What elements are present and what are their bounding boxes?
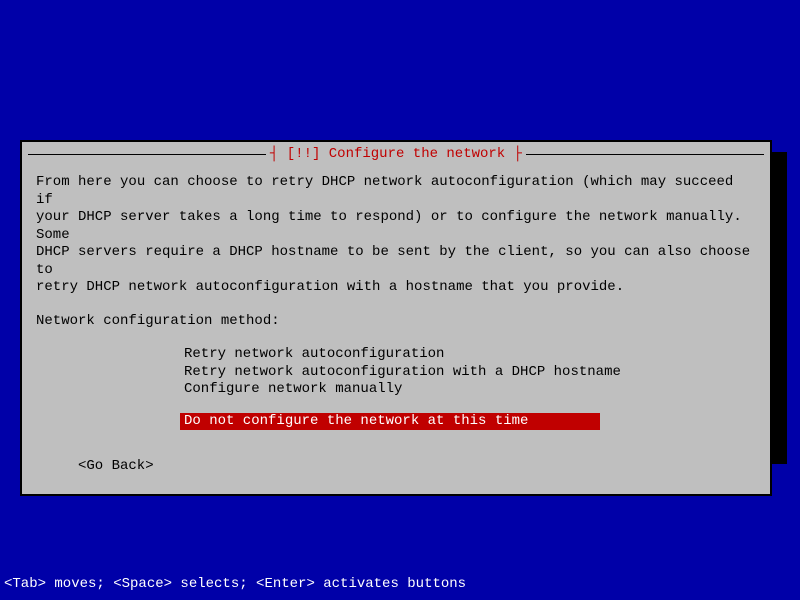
- configure-network-dialog: ┤ [!!] Configure the network ├ From here…: [20, 140, 772, 496]
- go-back-button[interactable]: <Go Back>: [78, 458, 756, 476]
- footer-help-text: <Tab> moves; <Space> selects; <Enter> ac…: [4, 576, 466, 592]
- dialog-description: From here you can choose to retry DHCP n…: [36, 174, 756, 297]
- title-line-right: [502, 154, 764, 155]
- dialog-title-row: ┤ [!!] Configure the network ├: [22, 146, 770, 164]
- dialog-prompt: Network configuration method:: [36, 313, 756, 331]
- options-list: Retry network autoconfiguration Retry ne…: [180, 346, 756, 430]
- title-line-left: [28, 154, 290, 155]
- dialog-title: ┤ [!!] Configure the network ├: [266, 146, 526, 162]
- option-retry-autoconfig-hostname[interactable]: Retry network autoconfiguration with a D…: [180, 364, 756, 382]
- option-retry-autoconfig[interactable]: Retry network autoconfiguration: [180, 346, 756, 364]
- option-do-not-configure[interactable]: Do not configure the network at this tim…: [180, 413, 600, 431]
- option-configure-manually[interactable]: Configure network manually: [180, 381, 756, 399]
- dialog-content: From here you can choose to retry DHCP n…: [22, 164, 770, 494]
